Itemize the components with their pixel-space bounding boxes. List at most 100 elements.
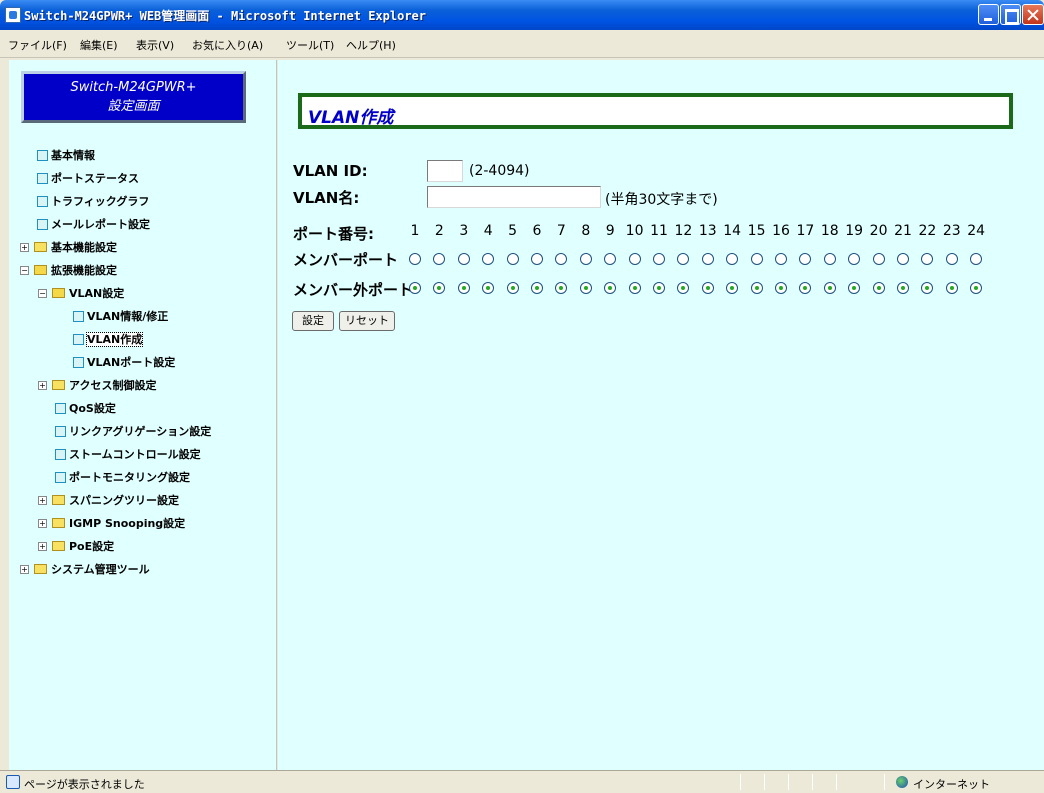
member-port-radio-16[interactable] bbox=[775, 253, 787, 265]
nonmember-port-radio-12[interactable] bbox=[677, 282, 690, 294]
sidebar-item-mail-report[interactable]: メールレポート設定 bbox=[37, 217, 150, 233]
nonmember-port-radio-6[interactable] bbox=[531, 282, 543, 294]
nonmember-port-radio-7[interactable] bbox=[555, 282, 568, 294]
sidebar-item-access-control[interactable]: + アクセス制御設定 bbox=[38, 378, 156, 394]
sidebar-item-link-aggregation[interactable]: リンクアグリゲーション設定 bbox=[55, 424, 211, 440]
nonmember-port-radio-1[interactable] bbox=[409, 282, 421, 294]
member-port-radio-7[interactable] bbox=[555, 253, 568, 265]
nonmember-port-radio-14[interactable] bbox=[726, 282, 739, 294]
status-text: ページが表示されました bbox=[24, 778, 145, 791]
reset-button[interactable]: リセット bbox=[339, 311, 395, 331]
document-icon bbox=[73, 356, 84, 368]
nonmember-port-radio-11[interactable] bbox=[653, 282, 665, 294]
sidebar-item-poe[interactable]: + PoE設定 bbox=[38, 539, 114, 555]
collapse-icon[interactable]: − bbox=[38, 288, 47, 298]
member-port-radio-4[interactable] bbox=[482, 253, 495, 265]
member-port-radio-8[interactable] bbox=[579, 253, 592, 265]
sidebar-item-port-status[interactable]: ポートステータス bbox=[37, 171, 139, 187]
member-port-radio-21[interactable] bbox=[897, 253, 909, 265]
sidebar-item-system-tools[interactable]: + システム管理ツール bbox=[20, 562, 150, 578]
expand-icon[interactable]: + bbox=[38, 541, 47, 551]
sidebar-item-igmp-snooping[interactable]: + IGMP Snooping設定 bbox=[38, 516, 185, 532]
maximize-button[interactable] bbox=[1000, 4, 1021, 25]
collapse-icon[interactable]: − bbox=[20, 265, 29, 275]
nonmember-port-radio-20[interactable] bbox=[872, 282, 885, 294]
member-port-radio-24[interactable] bbox=[970, 253, 983, 265]
sidebar-item-basic-info[interactable]: 基本情報 bbox=[37, 148, 95, 164]
member-port-radio-12[interactable] bbox=[677, 253, 690, 265]
member-port-radio-19[interactable] bbox=[848, 253, 861, 265]
nonmember-port-radio-21[interactable] bbox=[897, 282, 909, 294]
sidebar-item-qos[interactable]: QoS設定 bbox=[55, 401, 116, 417]
nonmember-port-radio-22[interactable] bbox=[921, 282, 934, 294]
expand-icon[interactable]: + bbox=[38, 518, 47, 528]
sidebar-item-label: 基本情報 bbox=[51, 149, 95, 162]
member-port-radio-5[interactable] bbox=[506, 253, 519, 265]
nonmember-port-radio-23[interactable] bbox=[945, 282, 958, 294]
menu-file[interactable]: ファイル(F) bbox=[8, 37, 67, 53]
nonmember-port-radio-9[interactable] bbox=[604, 282, 617, 294]
nonmember-port-radio-19[interactable] bbox=[848, 282, 861, 294]
member-port-radio-3[interactable] bbox=[457, 253, 470, 265]
member-port-radio-23[interactable] bbox=[945, 253, 958, 265]
menu-tools[interactable]: ツール(T) bbox=[286, 37, 334, 53]
member-port-radio-6[interactable] bbox=[531, 253, 543, 265]
nonmember-port-radio-13[interactable] bbox=[701, 282, 714, 294]
member-port-radio-2[interactable] bbox=[433, 253, 446, 265]
expand-icon[interactable]: + bbox=[38, 380, 47, 390]
folder-icon bbox=[52, 541, 65, 551]
expand-icon[interactable]: + bbox=[20, 242, 29, 252]
sidebar-item-storm-control[interactable]: ストームコントロール設定 bbox=[55, 447, 201, 463]
minimize-button[interactable] bbox=[978, 4, 999, 25]
menu-help[interactable]: ヘルプ(H) bbox=[346, 37, 396, 53]
nonmember-port-radio-15[interactable] bbox=[750, 282, 763, 294]
member-port-radio-1[interactable] bbox=[409, 253, 421, 265]
member-port-radio-11[interactable] bbox=[653, 253, 665, 265]
menu-favorites[interactable]: お気に入り(A) bbox=[192, 37, 263, 53]
member-port-radio-18[interactable] bbox=[823, 253, 836, 265]
expand-icon[interactable]: + bbox=[38, 495, 47, 505]
nonmember-port-radio-10[interactable] bbox=[628, 282, 641, 294]
sidebar-item-vlan-create[interactable]: VLAN作成 bbox=[73, 332, 144, 348]
status-divider bbox=[884, 774, 885, 790]
nonmember-port-radio-2[interactable] bbox=[433, 282, 446, 294]
sidebar-item-extended-functions[interactable]: − 拡張機能設定 bbox=[20, 263, 117, 279]
port-number: 8 bbox=[581, 223, 591, 239]
nonmember-port-radio-17[interactable] bbox=[799, 282, 812, 294]
member-port-radio-14[interactable] bbox=[726, 253, 739, 265]
sidebar-item-label: VLAN設定 bbox=[69, 287, 125, 300]
sidebar-item-spanning-tree[interactable]: + スパニングツリー設定 bbox=[38, 493, 179, 509]
nonmember-port-radio-16[interactable] bbox=[775, 282, 787, 294]
member-port-radio-13[interactable] bbox=[701, 253, 714, 265]
nonmember-port-radio-18[interactable] bbox=[823, 282, 836, 294]
sidebar-item-vlan-info[interactable]: VLAN情報/修正 bbox=[73, 309, 168, 325]
member-port-radio-22[interactable] bbox=[921, 253, 934, 265]
sidebar-item-basic-functions[interactable]: + 基本機能設定 bbox=[20, 240, 117, 256]
folder-icon bbox=[52, 518, 65, 528]
title-bar[interactable]: Switch-M24GPWR+ WEB管理画面 - Microsoft Inte… bbox=[0, 0, 1044, 30]
nonmember-port-radio-5[interactable] bbox=[506, 282, 519, 294]
document-icon bbox=[55, 425, 66, 437]
nonmember-port-radio-8[interactable] bbox=[579, 282, 592, 294]
sidebar-item-port-monitoring[interactable]: ポートモニタリング設定 bbox=[55, 470, 190, 486]
menu-view[interactable]: 表示(V) bbox=[136, 37, 174, 53]
nonmember-port-radio-4[interactable] bbox=[482, 282, 495, 294]
member-port-radio-17[interactable] bbox=[799, 253, 812, 265]
port-number: 20 bbox=[869, 223, 888, 239]
member-port-radio-20[interactable] bbox=[872, 253, 885, 265]
vlan-id-input[interactable] bbox=[427, 160, 463, 182]
set-button[interactable]: 設定 bbox=[292, 311, 334, 331]
member-port-radio-9[interactable] bbox=[604, 253, 617, 265]
sidebar-item-vlan-port-settings[interactable]: VLANポート設定 bbox=[73, 355, 175, 371]
vlan-id-hint: (2-4094) bbox=[469, 163, 530, 179]
sidebar-item-traffic-graph[interactable]: トラフィックグラフ bbox=[37, 194, 149, 210]
close-button[interactable] bbox=[1022, 4, 1044, 25]
sidebar-item-vlan-settings[interactable]: − VLAN設定 bbox=[38, 286, 124, 302]
nonmember-port-radio-24[interactable] bbox=[970, 282, 983, 294]
member-port-radio-10[interactable] bbox=[628, 253, 641, 265]
expand-icon[interactable]: + bbox=[20, 564, 29, 574]
menu-edit[interactable]: 編集(E) bbox=[80, 37, 118, 53]
vlan-name-input[interactable] bbox=[427, 186, 601, 208]
member-port-radio-15[interactable] bbox=[750, 253, 763, 265]
nonmember-port-radio-3[interactable] bbox=[457, 282, 470, 294]
